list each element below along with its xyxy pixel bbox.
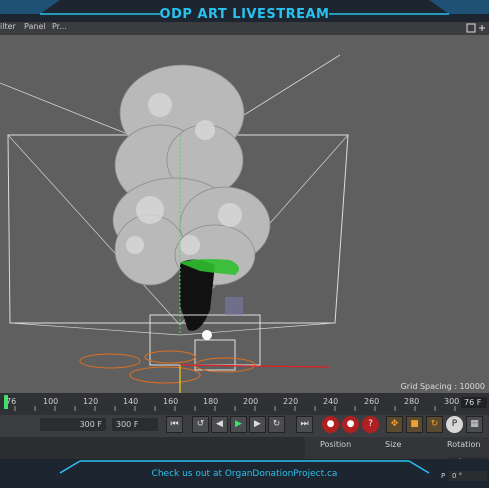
timeline-tick: 180 <box>203 397 219 406</box>
grid-key-icon[interactable]: ▦ <box>466 416 483 433</box>
timeline-tick: 280 <box>404 397 420 406</box>
menu-item-filter[interactable]: ilter <box>0 22 16 31</box>
param-key-icon[interactable]: P <box>446 416 463 433</box>
viewport-scene <box>0 54 349 393</box>
max-frame-field[interactable]: 300 F <box>40 418 106 431</box>
record-position-button[interactable]: ● <box>322 416 339 433</box>
timeline-tick-marks <box>14 406 456 411</box>
timeline-tick: 140 <box>123 397 139 406</box>
keyframe-help-button[interactable]: ? <box>362 416 379 433</box>
rotate-key-icon[interactable]: ↻ <box>426 416 443 433</box>
viewport-nav-icons[interactable] <box>466 23 486 34</box>
menu-item-pr[interactable]: Pr... <box>52 22 67 31</box>
position-header: Position <box>320 440 352 449</box>
step-forward-button[interactable]: ▶ <box>249 416 266 433</box>
go-to-start-button[interactable]: ⏮ <box>166 416 183 433</box>
timeline-tick: 240 <box>323 397 339 406</box>
go-to-end-button[interactable]: ⏭ <box>296 416 313 433</box>
timeline-tick: 160 <box>163 397 179 406</box>
menu-item-panel[interactable]: Panel <box>24 22 46 31</box>
autokey-button[interactable]: ● <box>342 416 359 433</box>
timeline-tick: 120 <box>83 397 99 406</box>
timeline-tick: 300 <box>444 397 460 406</box>
rotation-header: Rotation <box>447 440 481 449</box>
play-button[interactable]: ▶ <box>230 416 247 433</box>
loop-button[interactable]: ↻ <box>268 416 285 433</box>
app-menu-bar <box>0 22 489 35</box>
grid-spacing-readout: Grid Spacing : 10000 <box>400 382 485 391</box>
step-back-button[interactable]: ◀ <box>211 416 228 433</box>
size-header: Size <box>385 440 402 449</box>
end-frame-field[interactable]: 300 F <box>112 418 158 431</box>
timeline-tick: 200 <box>243 397 259 406</box>
record-cycle-button[interactable]: ↺ <box>192 416 209 433</box>
stream-footer-text: Check us out at OrganDonationProject.ca <box>151 469 338 479</box>
timeline-tick: 76 <box>6 397 17 406</box>
scale-key-icon[interactable]: ■ <box>406 416 423 433</box>
move-key-icon[interactable]: ✥ <box>386 416 403 433</box>
3d-viewport[interactable]: Grid Spacing : 10000 <box>0 35 489 393</box>
p-axis-label: P <box>441 472 446 480</box>
rotation-p-field[interactable]: 0 ° <box>449 471 487 481</box>
timeline-tick: 100 <box>43 397 59 406</box>
timeline-tick: 220 <box>283 397 299 406</box>
timeline-tick: 260 <box>364 397 380 406</box>
current-frame-badge: 76 F <box>461 397 487 408</box>
stream-title: ODP ART LIVESTREAM <box>159 7 330 22</box>
